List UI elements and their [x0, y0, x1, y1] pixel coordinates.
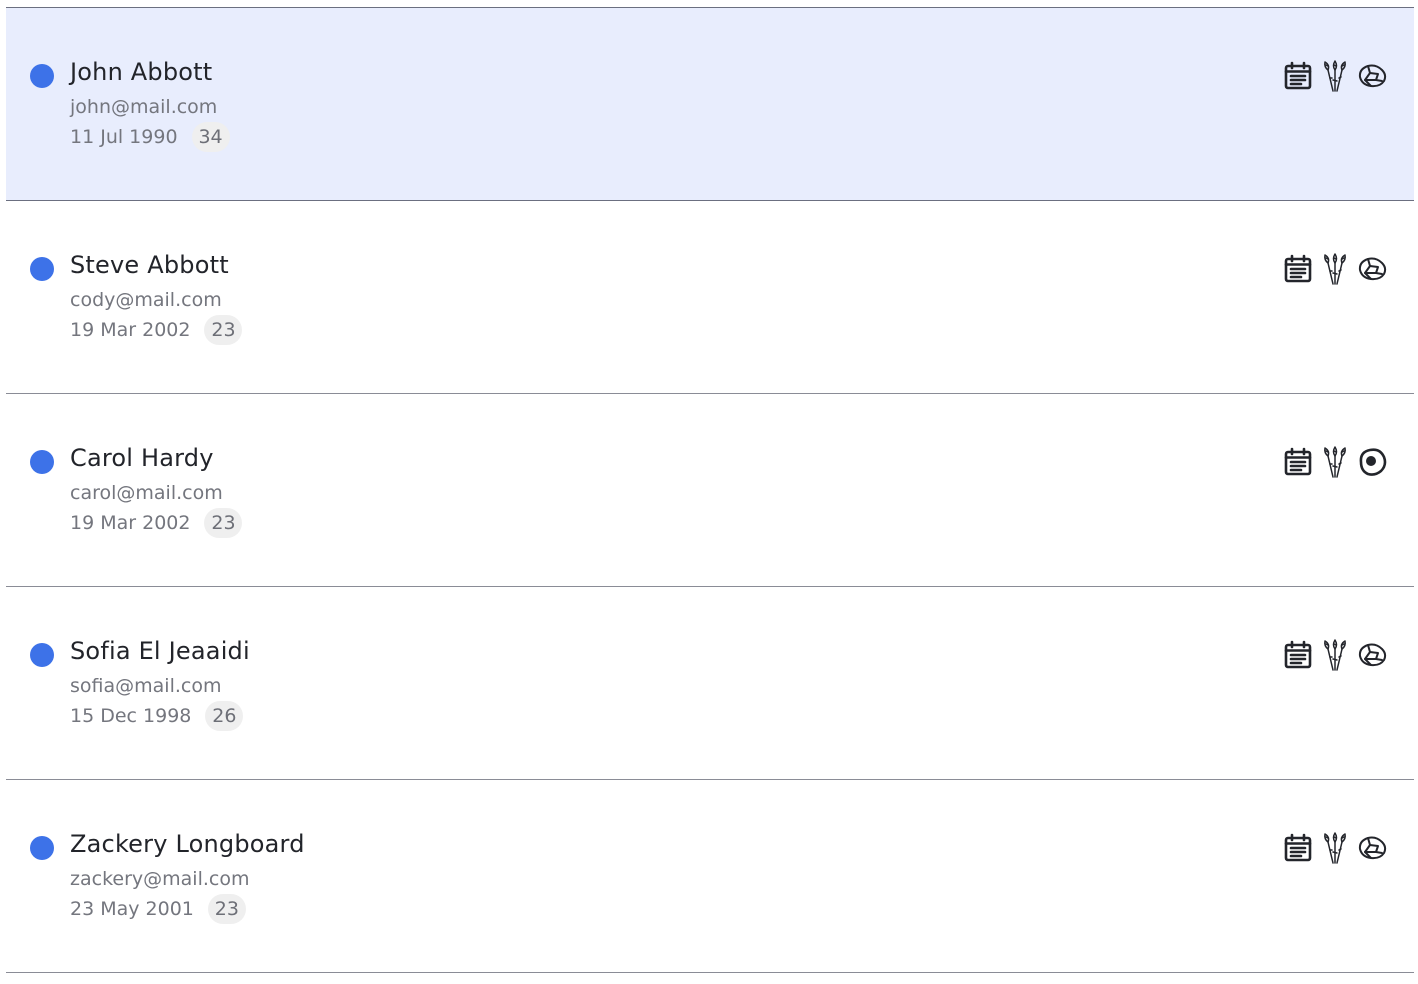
age-badge: 26: [205, 701, 244, 731]
calendar-notes-icon[interactable]: [1281, 445, 1314, 478]
age-badge: 23: [204, 508, 243, 538]
status-dot: [30, 643, 54, 667]
asparagus-icon[interactable]: [1318, 831, 1351, 864]
row-icons: [1281, 59, 1388, 92]
list-item[interactable]: Carol Hardy carol@mail.com 19 Mar 2002 2…: [6, 394, 1414, 587]
list-item[interactable]: Steve Abbott cody@mail.com 19 Mar 2002 2…: [6, 201, 1414, 394]
list-item[interactable]: John Abbott john@mail.com 11 Jul 1990 34: [6, 8, 1414, 201]
status-dot: [30, 64, 54, 88]
person-meta: 19 Mar 2002 23: [70, 315, 243, 345]
list-item[interactable]: Sofia El Jeaaidi sofia@mail.com 15 Dec 1…: [6, 587, 1414, 780]
person-email: carol@mail.com: [70, 482, 223, 504]
age-badge: 34: [191, 122, 230, 152]
calendar-notes-icon[interactable]: [1281, 638, 1314, 671]
age-badge: 23: [207, 894, 246, 924]
person-meta: 11 Jul 1990 34: [70, 122, 230, 152]
egg-cracked-icon[interactable]: [1355, 59, 1388, 92]
asparagus-icon[interactable]: [1318, 445, 1351, 478]
person-name: Sofia El Jeaaidi: [70, 637, 250, 665]
row-icons: [1281, 638, 1388, 671]
person-name: Steve Abbott: [70, 251, 229, 279]
calendar-notes-icon[interactable]: [1281, 831, 1314, 864]
person-meta: 23 May 2001 23: [70, 894, 246, 924]
person-meta: 15 Dec 1998 26: [70, 701, 244, 731]
people-list: John Abbott john@mail.com 11 Jul 1990 34…: [6, 7, 1414, 973]
calendar-notes-icon[interactable]: [1281, 59, 1314, 92]
person-email: cody@mail.com: [70, 289, 222, 311]
status-dot: [30, 450, 54, 474]
asparagus-icon[interactable]: [1318, 59, 1351, 92]
row-icons: [1281, 252, 1388, 285]
asparagus-icon[interactable]: [1318, 638, 1351, 671]
list-item[interactable]: Zackery Longboard zackery@mail.com 23 Ma…: [6, 780, 1414, 973]
egg-fried-icon[interactable]: [1355, 445, 1388, 478]
egg-cracked-icon[interactable]: [1355, 252, 1388, 285]
person-birthdate: 11 Jul 1990: [70, 126, 178, 148]
person-meta: 19 Mar 2002 23: [70, 508, 243, 538]
person-email: john@mail.com: [70, 96, 218, 118]
person-email: zackery@mail.com: [70, 868, 250, 890]
asparagus-icon[interactable]: [1318, 252, 1351, 285]
person-birthdate: 19 Mar 2002: [70, 319, 191, 341]
status-dot: [30, 257, 54, 281]
person-name: Zackery Longboard: [70, 830, 305, 858]
age-badge: 23: [204, 315, 243, 345]
person-birthdate: 19 Mar 2002: [70, 512, 191, 534]
person-name: Carol Hardy: [70, 444, 214, 472]
egg-cracked-icon[interactable]: [1355, 638, 1388, 671]
status-dot: [30, 836, 54, 860]
egg-cracked-icon[interactable]: [1355, 831, 1388, 864]
row-icons: [1281, 831, 1388, 864]
person-birthdate: 23 May 2001: [70, 898, 194, 920]
person-email: sofia@mail.com: [70, 675, 222, 697]
calendar-notes-icon[interactable]: [1281, 252, 1314, 285]
person-name: John Abbott: [70, 58, 213, 86]
row-icons: [1281, 445, 1388, 478]
person-birthdate: 15 Dec 1998: [70, 705, 192, 727]
